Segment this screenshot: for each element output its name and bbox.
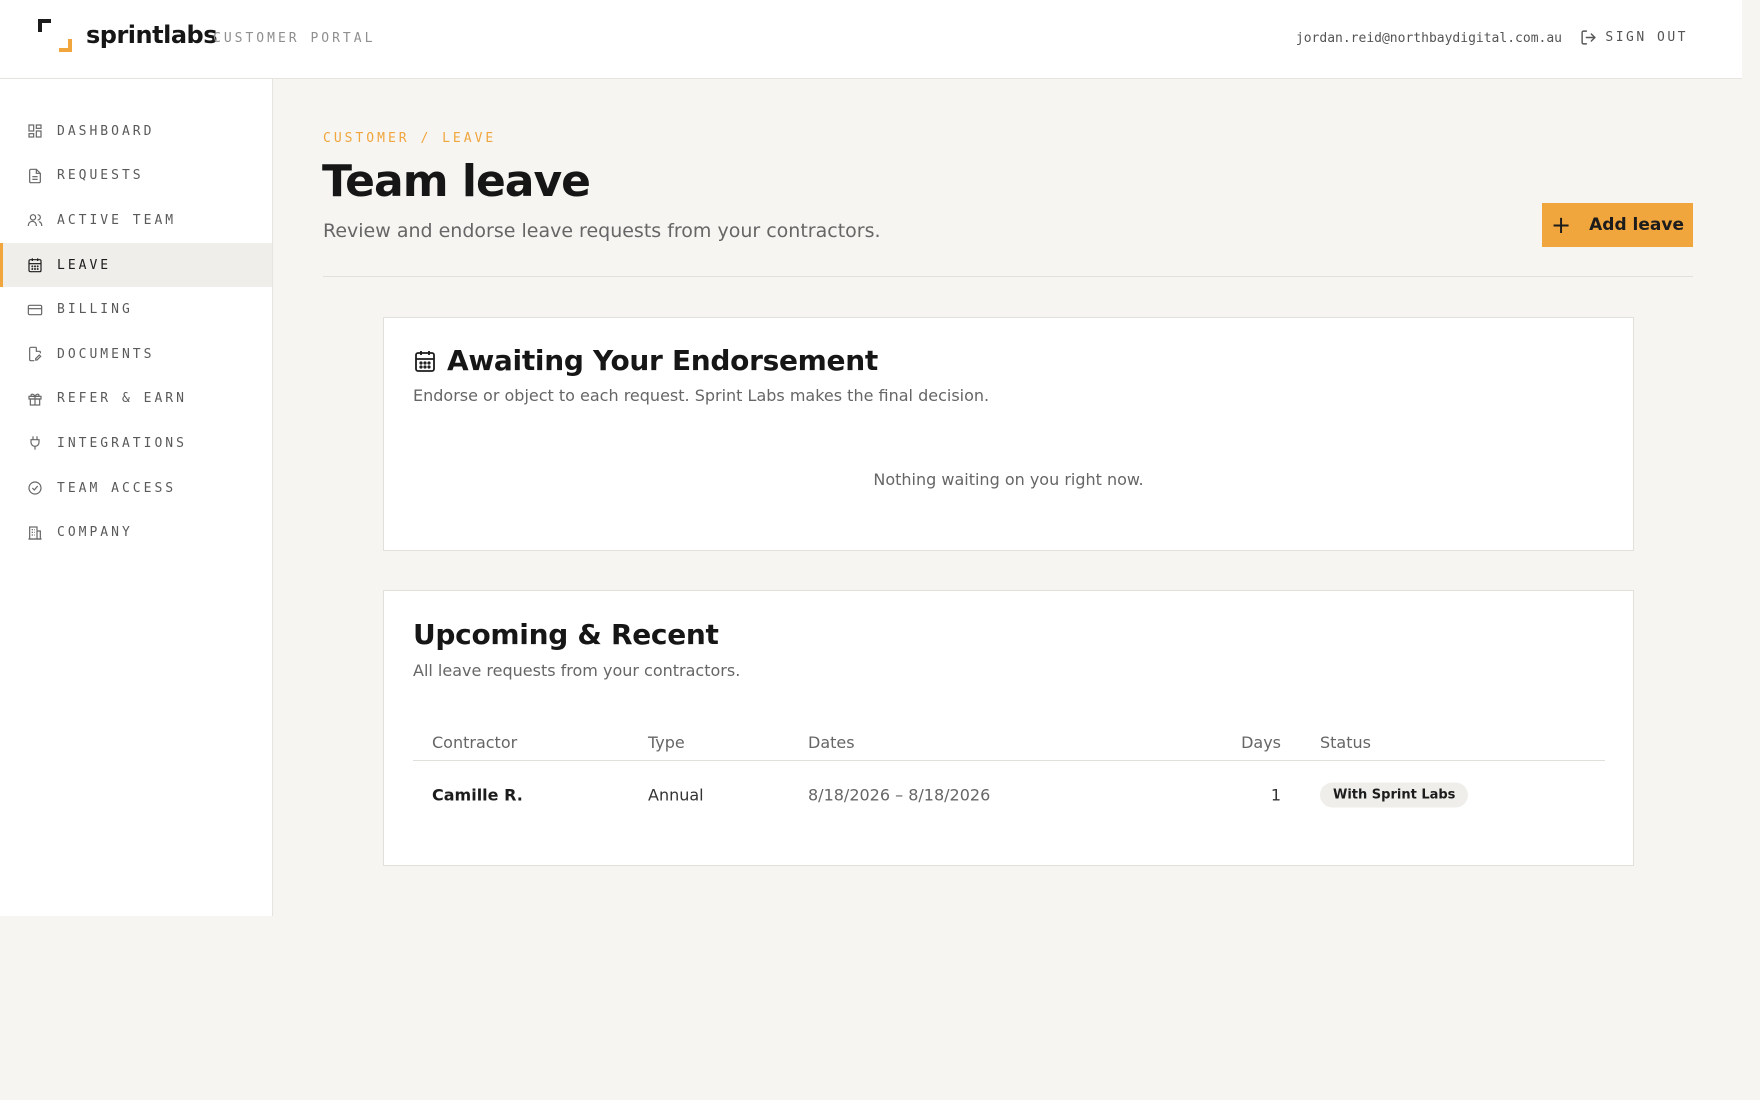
dashboard-icon bbox=[28, 124, 42, 138]
awaiting-endorsement-card: Awaiting Your Endorsement Endorse or obj… bbox=[383, 317, 1634, 551]
sign-out-icon bbox=[1581, 30, 1596, 45]
sidebar-item-label: DOCUMENTS bbox=[57, 346, 155, 362]
sidebar-item-billing[interactable]: BILLING bbox=[0, 287, 272, 332]
sidebar-item-label: BILLING bbox=[57, 302, 133, 318]
sidebar-item-label: INTEGRATIONS bbox=[57, 435, 187, 451]
header-divider bbox=[323, 276, 1693, 277]
upcoming-recent-card: Upcoming & Recent All leave requests fro… bbox=[383, 590, 1634, 866]
page-subtitle: Review and endorse leave requests from y… bbox=[323, 220, 881, 242]
calendar-icon bbox=[415, 350, 435, 372]
sidebar-item-label: TEAM ACCESS bbox=[57, 480, 177, 496]
column-header-days[interactable]: Days bbox=[1241, 733, 1281, 752]
gift-icon bbox=[28, 393, 42, 406]
sidebar-item-label: LEAVE bbox=[57, 257, 112, 273]
sidebar-item-leave[interactable]: LEAVE bbox=[0, 242, 272, 288]
users-icon bbox=[27, 214, 43, 227]
sign-out-label: SIGN OUT bbox=[1605, 30, 1688, 45]
column-header-type[interactable]: Type bbox=[648, 733, 685, 752]
page-title: Team leave bbox=[322, 156, 591, 207]
sidebar-item-label: COMPANY bbox=[57, 525, 133, 541]
user-email: jordan.reid@northbaydigital.com.au bbox=[1295, 31, 1562, 46]
sidebar: DASHBOARD REQUESTS ACTIVE TEAM LEAVE BIL… bbox=[0, 79, 273, 916]
sidebar-item-requests[interactable]: REQUESTS bbox=[0, 154, 272, 199]
check-circle-icon bbox=[28, 481, 42, 495]
sidebar-item-team-access[interactable]: TEAM ACCESS bbox=[0, 466, 272, 511]
leave-type: Annual bbox=[648, 785, 704, 804]
calendar-icon bbox=[28, 258, 42, 273]
sidebar-item-label: ACTIVE TEAM bbox=[57, 212, 177, 228]
status-cell: With Sprint Labs bbox=[1320, 782, 1469, 807]
leave-table: Contractor Type Dates Days Status Camill… bbox=[413, 717, 1605, 828]
sidebar-item-dashboard[interactable]: DASHBOARD bbox=[0, 109, 272, 154]
sidebar-item-refer-earn[interactable]: REFER & EARN bbox=[0, 377, 272, 422]
portal-label: CUSTOMER PORTAL bbox=[213, 31, 376, 46]
sign-out-button[interactable]: SIGN OUT bbox=[1580, 29, 1688, 46]
contractor-name: Camille R. bbox=[432, 785, 523, 804]
column-header-dates[interactable]: Dates bbox=[808, 733, 855, 752]
status-badge: With Sprint Labs bbox=[1320, 782, 1469, 807]
awaiting-title-text: Awaiting Your Endorsement bbox=[447, 344, 878, 377]
sidebar-item-label: DASHBOARD bbox=[57, 123, 155, 139]
add-leave-label: Add leave bbox=[1589, 215, 1684, 235]
empty-state-message: Nothing waiting on you right now. bbox=[873, 470, 1144, 489]
plug-icon bbox=[30, 436, 40, 451]
brand-name[interactable]: sprintlabs bbox=[86, 21, 217, 49]
sidebar-item-documents[interactable]: DOCUMENTS bbox=[0, 332, 272, 377]
column-header-status[interactable]: Status bbox=[1320, 733, 1371, 752]
plus-icon: + bbox=[1551, 211, 1572, 239]
sidebar-item-label: REFER & EARN bbox=[57, 391, 187, 407]
sidebar-item-active-team[interactable]: ACTIVE TEAM bbox=[0, 198, 272, 243]
add-leave-button[interactable]: + Add leave bbox=[1542, 203, 1693, 247]
awaiting-title: Awaiting Your Endorsement bbox=[413, 344, 878, 377]
credit-card-icon bbox=[27, 304, 43, 315]
column-header-contractor[interactable]: Contractor bbox=[432, 733, 517, 752]
awaiting-description: Endorse or object to each request. Sprin… bbox=[413, 386, 990, 405]
leave-dates: 8/18/2026 – 8/18/2026 bbox=[808, 785, 991, 804]
top-header: sprintlabs CUSTOMER PORTAL jordan.reid@n… bbox=[0, 0, 1742, 79]
leave-days: 1 bbox=[1270, 785, 1281, 804]
breadcrumb: CUSTOMER / LEAVE bbox=[323, 131, 497, 146]
sidebar-item-integrations[interactable]: INTEGRATIONS bbox=[0, 421, 272, 466]
sidebar-item-label: REQUESTS bbox=[57, 168, 144, 184]
building-icon bbox=[28, 526, 42, 540]
document-edit-icon bbox=[29, 346, 42, 362]
table-row[interactable]: Camille R. Annual 8/18/2026 – 8/18/2026 … bbox=[413, 761, 1605, 828]
upcoming-description: All leave requests from your contractors… bbox=[413, 661, 741, 680]
sidebar-item-company[interactable]: COMPANY bbox=[0, 510, 272, 555]
table-header: Contractor Type Dates Days Status bbox=[413, 717, 1605, 761]
sprintlabs-logo-icon[interactable] bbox=[38, 19, 72, 52]
document-icon bbox=[29, 168, 41, 184]
upcoming-title: Upcoming & Recent bbox=[413, 618, 719, 651]
